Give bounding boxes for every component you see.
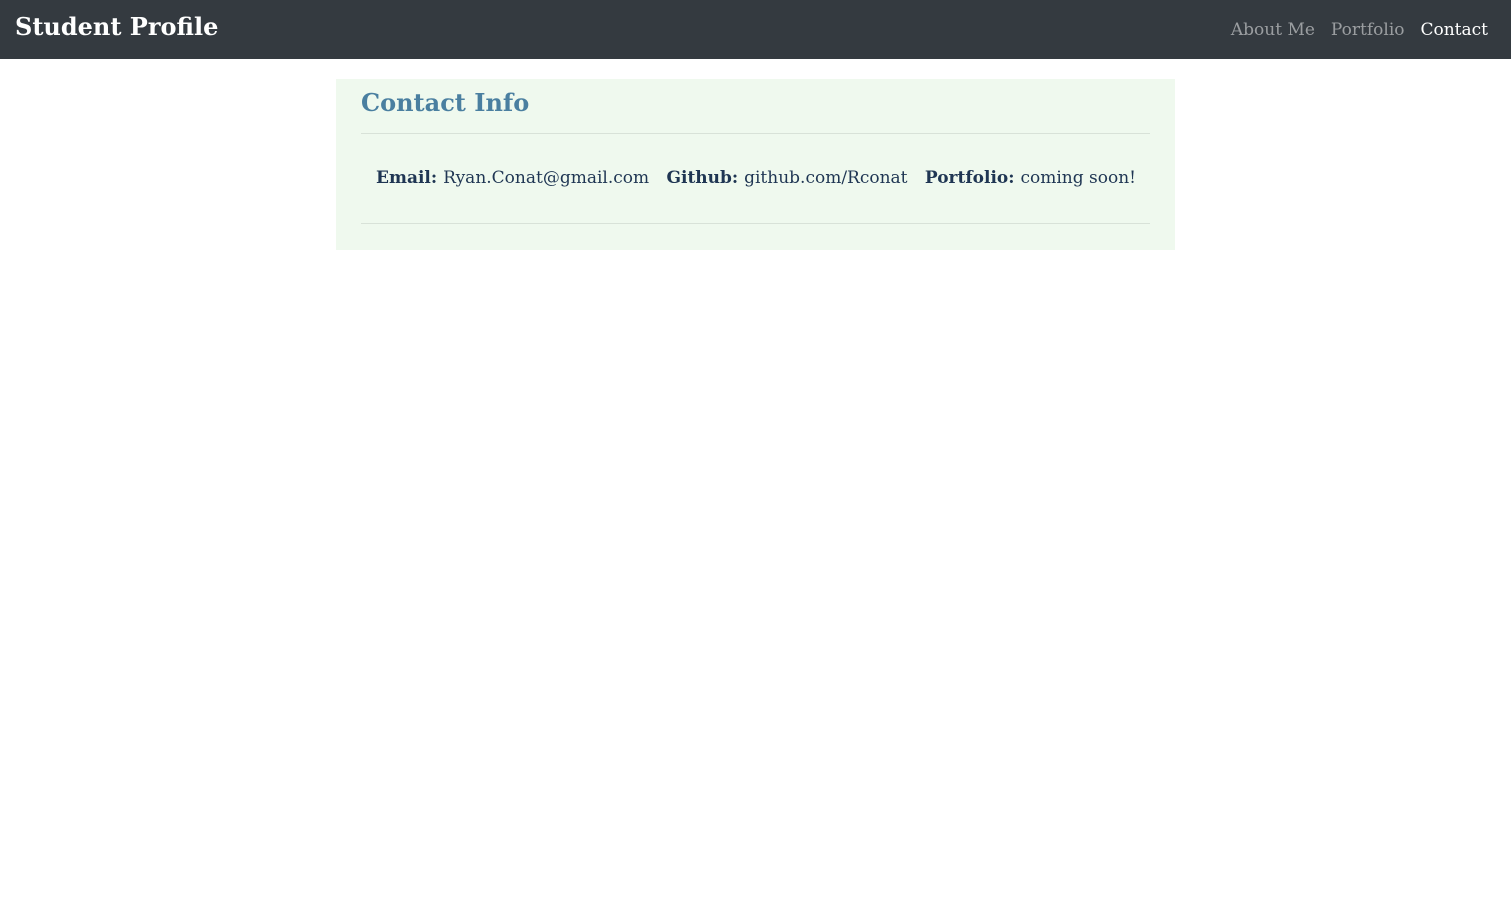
email-value: Ryan.Conat@gmail.com xyxy=(443,168,650,188)
contact-item-github: Github: github.com/Rconat xyxy=(666,165,907,191)
contact-item-portfolio: Portfolio: coming soon! xyxy=(925,165,1136,191)
github-label: Github: xyxy=(666,168,745,188)
contact-row: Email: Ryan.Conat@gmail.com Github: gith… xyxy=(376,165,1136,191)
navbar: Student Profile About Me Portfolio Conta… xyxy=(0,0,1511,59)
nav-link-portfolio[interactable]: Portfolio xyxy=(1331,18,1405,42)
email-label: Email: xyxy=(376,168,444,188)
portfolio-label: Portfolio: xyxy=(924,168,1021,188)
nav-link-about-me[interactable]: About Me xyxy=(1231,18,1315,42)
portfolio-value: coming soon! xyxy=(1020,168,1136,188)
top-divider xyxy=(361,133,1150,134)
nav-link-contact[interactable]: Contact xyxy=(1420,18,1488,42)
github-value: github.com/Rconat xyxy=(744,168,908,188)
brand-link[interactable]: Student Profile xyxy=(15,10,218,44)
card-title: Contact Info xyxy=(361,88,530,117)
nav-links: About Me Portfolio Contact xyxy=(1231,18,1488,42)
contact-item-email: Email: Ryan.Conat@gmail.com xyxy=(376,165,649,191)
bottom-divider xyxy=(361,223,1150,224)
contact-card: Contact Info Email: Ryan.Conat@gmail.com… xyxy=(336,79,1175,250)
